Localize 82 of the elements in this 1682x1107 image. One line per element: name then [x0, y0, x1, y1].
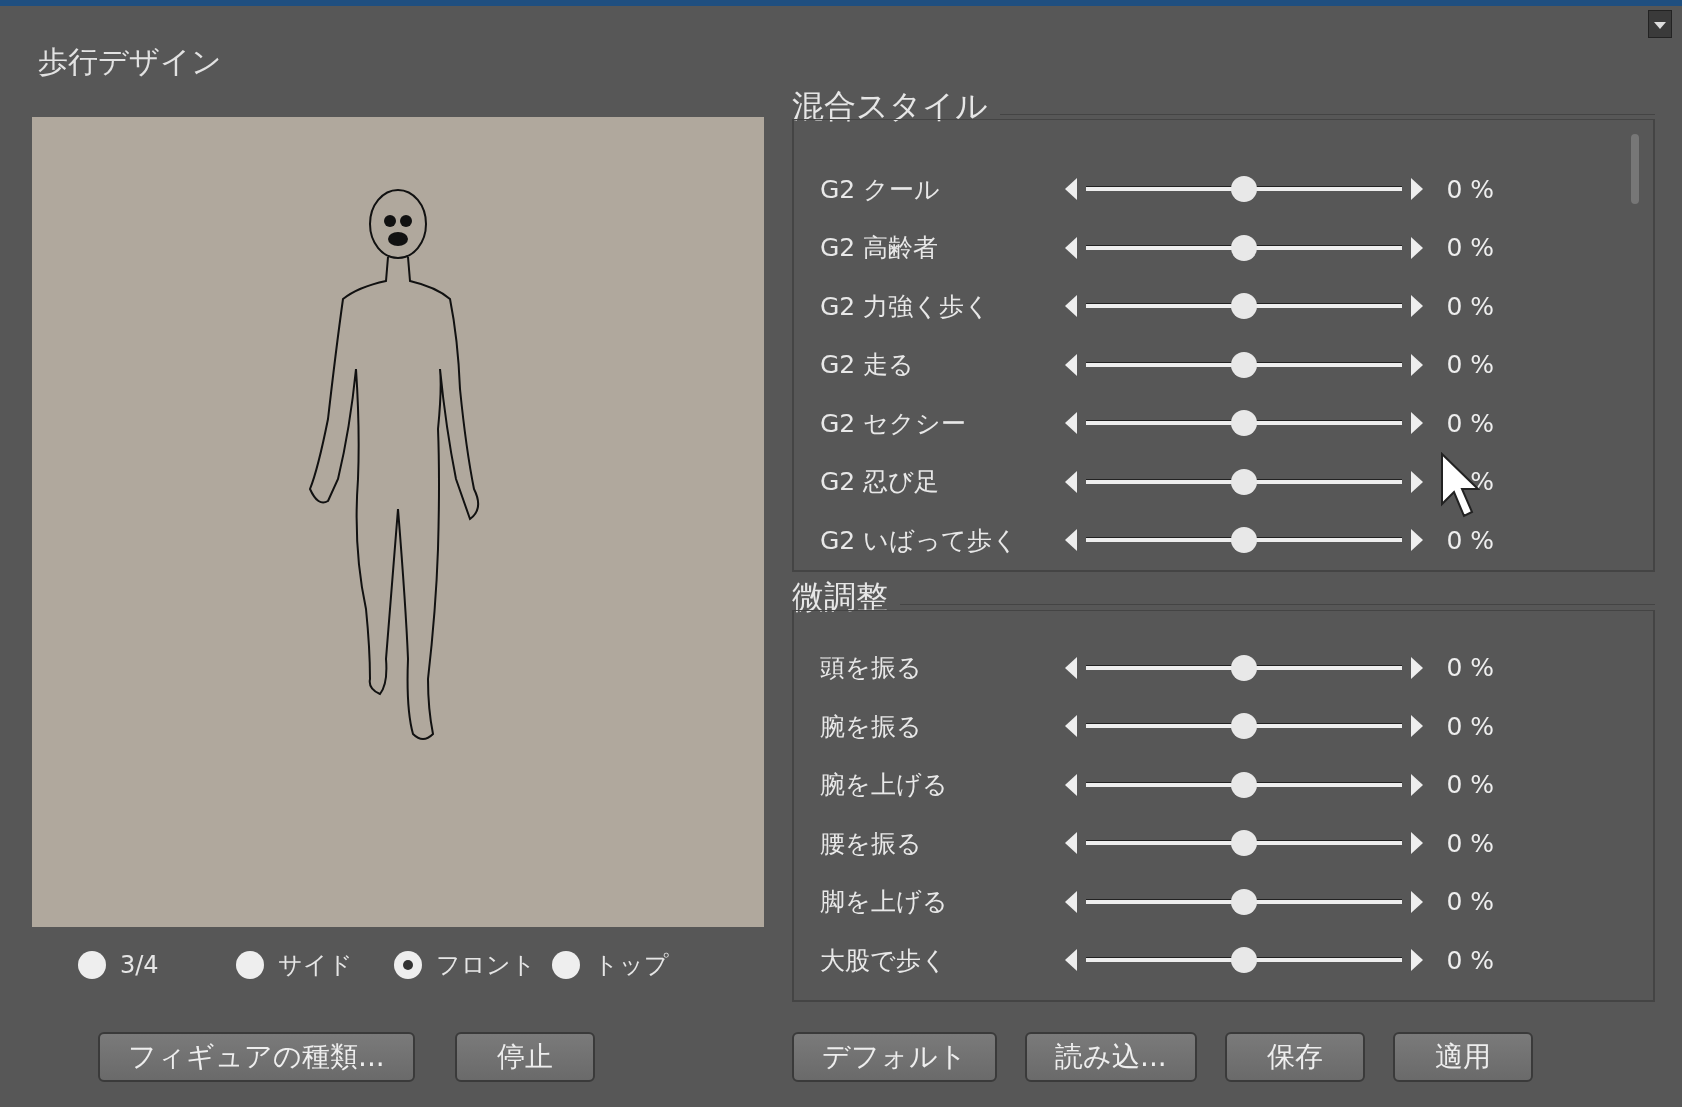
slider-value: 0 % [1445, 525, 1494, 555]
decrease-arrow-icon[interactable] [1064, 177, 1078, 202]
slider-label: 腕を上げる [819, 769, 949, 802]
slider-label: G2 忍び足 [819, 466, 941, 499]
radio-label: 3/4 [120, 951, 159, 979]
decrease-arrow-icon[interactable] [1064, 294, 1078, 319]
increase-arrow-icon[interactable] [1410, 235, 1424, 260]
slider-value: 0 % [1445, 408, 1494, 438]
slider-label: G2 セクシー [819, 407, 968, 440]
slider-value: % [1469, 467, 1494, 497]
slider-value: 0 % [1445, 653, 1494, 683]
slider-label: G2 クール [819, 173, 942, 206]
increase-arrow-icon[interactable] [1410, 411, 1424, 436]
slider-thumb[interactable] [1231, 293, 1257, 320]
slider-thumb[interactable] [1231, 771, 1257, 798]
increase-arrow-icon[interactable] [1410, 655, 1424, 680]
increase-arrow-icon[interactable] [1410, 948, 1424, 973]
increase-arrow-icon[interactable] [1410, 528, 1424, 553]
decrease-arrow-icon[interactable] [1064, 411, 1078, 436]
slider-label: 腕を振る [819, 710, 923, 743]
slider-thumb[interactable] [1231, 654, 1257, 681]
dialog-button[interactable]: 停止 [454, 1031, 595, 1082]
slider-value: 0 % [1445, 711, 1494, 741]
slider-thumb[interactable] [1231, 351, 1257, 378]
decrease-arrow-icon[interactable] [1064, 948, 1078, 973]
slider-label: 腰を振る [819, 827, 923, 860]
decrease-arrow-icon[interactable] [1064, 889, 1078, 914]
scrollbar[interactable] [1631, 134, 1639, 204]
slider-value: 0 % [1445, 770, 1494, 800]
radio-dot-icon[interactable] [552, 951, 580, 979]
slider-value: 0 % [1445, 945, 1494, 975]
decrease-arrow-icon[interactable] [1064, 714, 1078, 739]
dropdown-icon[interactable] [1648, 10, 1672, 38]
slider-value: 0 % [1445, 174, 1494, 204]
slider-thumb[interactable] [1231, 468, 1257, 495]
increase-arrow-icon[interactable] [1410, 889, 1424, 914]
slider-value: 0 % [1445, 828, 1494, 858]
slider-thumb[interactable] [1231, 830, 1257, 857]
slider-label: 脚を上げる [819, 886, 949, 919]
increase-arrow-icon[interactable] [1410, 294, 1424, 319]
slider-value: 0 % [1445, 291, 1494, 321]
slider-thumb[interactable] [1231, 527, 1257, 554]
radio-label: トップ [594, 950, 669, 981]
window-title: 歩行デザイン [38, 43, 223, 81]
increase-arrow-icon[interactable] [1410, 714, 1424, 739]
radio-label: フロント [436, 950, 536, 981]
slider-thumb[interactable] [1231, 176, 1257, 203]
radio-dot-icon[interactable] [236, 951, 264, 979]
slider-label: G2 高齢者 [819, 232, 940, 265]
decrease-arrow-icon[interactable] [1064, 528, 1078, 553]
slider-value: 0 % [1445, 887, 1494, 917]
slider-label: 大股で歩く [819, 944, 948, 977]
slider-label: 頭を振る [819, 652, 923, 685]
slider-thumb[interactable] [1231, 234, 1257, 261]
slider-thumb[interactable] [1231, 888, 1257, 915]
increase-arrow-icon[interactable] [1410, 469, 1424, 494]
dialog-button[interactable]: 適用 [1392, 1031, 1533, 1082]
dialog-button[interactable]: 保存 [1224, 1031, 1365, 1082]
slider-label: G2 いばって歩く [819, 524, 1020, 557]
radio-dot-icon[interactable] [394, 951, 422, 979]
increase-arrow-icon[interactable] [1410, 352, 1424, 377]
increase-arrow-icon[interactable] [1410, 772, 1424, 797]
decrease-arrow-icon[interactable] [1064, 352, 1078, 377]
slider-label: G2 力強く歩く [819, 290, 992, 323]
increase-arrow-icon[interactable] [1410, 831, 1424, 856]
slider-value: 0 % [1445, 350, 1494, 380]
slider-label: G2 走る [819, 349, 916, 382]
slider-value: 0 % [1445, 233, 1494, 263]
radio-dot-icon[interactable] [78, 951, 106, 979]
decrease-arrow-icon[interactable] [1064, 772, 1078, 797]
slider-thumb[interactable] [1231, 713, 1257, 740]
increase-arrow-icon[interactable] [1410, 177, 1424, 202]
decrease-arrow-icon[interactable] [1064, 235, 1078, 260]
decrease-arrow-icon[interactable] [1064, 469, 1078, 494]
dialog-button[interactable]: フィギュアの種類... [98, 1031, 415, 1082]
decrease-arrow-icon[interactable] [1064, 831, 1078, 856]
radio-label: サイド [278, 950, 353, 981]
dialog-button[interactable]: 読み込... [1025, 1031, 1197, 1082]
slider-thumb[interactable] [1231, 410, 1257, 437]
dialog-button[interactable]: デフォルト [792, 1031, 997, 1082]
slider-thumb[interactable] [1231, 947, 1257, 974]
decrease-arrow-icon[interactable] [1064, 655, 1078, 680]
